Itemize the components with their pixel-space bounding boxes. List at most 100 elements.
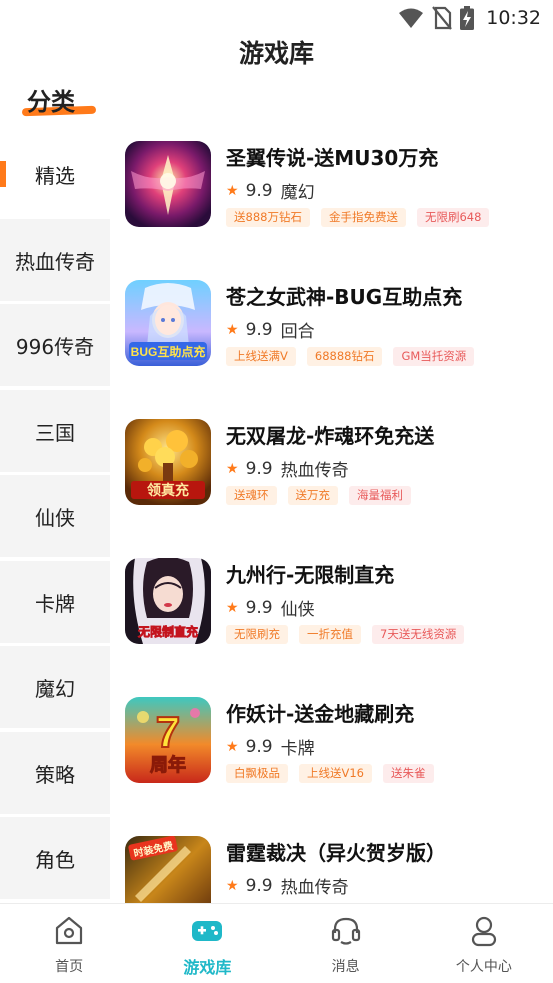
sidebar-item-label: 角色: [35, 847, 75, 872]
game-tag: 无限刷648: [416, 208, 490, 227]
person-icon: [471, 916, 496, 947]
game-card[interactable]: 时装免费 雷霆裁决（异火贺岁版） ★ 9.9 热血传奇: [110, 828, 553, 903]
game-genre: 热血传奇: [280, 878, 349, 898]
sidebar-item-label: 三国: [35, 420, 75, 445]
game-title: 圣翼传说-送MU30万充: [226, 146, 439, 170]
sidebar-item-strategy[interactable]: 策略: [0, 732, 110, 814]
sidebar-item-label: 仙侠: [35, 505, 75, 530]
game-tag: 7天送无线资源: [372, 625, 465, 644]
game-genre: 热血传奇: [280, 461, 349, 481]
sidebar-item-fantasy[interactable]: 魔幻: [0, 646, 110, 728]
game-meta: ★ 9.9 热血传奇: [226, 873, 349, 899]
game-icon[interactable]: [125, 141, 211, 227]
tab-messages[interactable]: 消息: [277, 904, 415, 983]
game-icon[interactable]: BUG互助点充: [125, 280, 211, 366]
game-genre: 仙侠: [280, 600, 315, 620]
headset-icon: [331, 917, 360, 945]
sidebar-item-featured[interactable]: 精选: [0, 133, 110, 215]
sidebar-item-label: 996传奇: [15, 334, 95, 359]
game-icon-caption: 领真充: [147, 482, 189, 498]
status-bar: 10:32: [0, 0, 553, 36]
game-card[interactable]: BUG互助点充 苍之女武神-BUG互助点充 ★ 9.9 回合 上线送满V 688…: [110, 272, 553, 411]
game-meta: ★ 9.9 热血传奇: [226, 456, 349, 482]
game-icon-caption: BUG互助点充: [131, 344, 206, 359]
tab-label: 个人中心: [455, 959, 512, 975]
game-icon-caption: 7: [156, 708, 180, 757]
game-meta: ★ 9.9 魔幻: [226, 178, 315, 204]
game-genre: 魔幻: [280, 183, 315, 203]
game-meta: ★ 9.9 仙侠: [226, 595, 315, 621]
page-title: 游戏库: [238, 39, 314, 68]
game-icon[interactable]: 无限制直充: [125, 558, 211, 644]
game-icon-caption: 无限制直充: [137, 624, 198, 639]
sidebar-item-role[interactable]: 角色: [0, 817, 110, 899]
game-title: 九州行-无限制直充: [226, 563, 395, 587]
game-tags: 白飘极品 上线送V16 送朱雀: [226, 764, 434, 783]
game-tag: 送万充: [287, 486, 338, 505]
status-time: 10:32: [486, 7, 541, 29]
tab-home[interactable]: 首页: [0, 904, 138, 983]
status-icons: 10:32: [398, 6, 541, 30]
star-icon: ★: [226, 738, 239, 755]
star-icon: ★: [226, 321, 239, 338]
game-icon[interactable]: 7 周年: [125, 697, 211, 783]
sidebar-item-label: 策略: [35, 762, 75, 787]
sidebar-item-xianxia[interactable]: 仙侠: [0, 475, 110, 557]
tab-label: 游戏库: [183, 958, 232, 977]
game-tag: GM当托资源: [393, 347, 475, 366]
game-tag: 白飘极品: [226, 764, 288, 783]
game-icon[interactable]: 时装免费: [125, 836, 211, 903]
game-tag: 送888万钻石: [226, 208, 310, 227]
game-tag: 送魂环: [226, 486, 277, 505]
game-card[interactable]: 圣翼传说-送MU30万充 ★ 9.9 魔幻 送888万钻石 金手指免费送 无限刷…: [110, 133, 553, 272]
game-tag: 海量福利: [349, 486, 411, 505]
sidebar-item-label: 魔幻: [35, 676, 75, 701]
sidebar-item-hot-blood-legend[interactable]: 热血传奇: [0, 219, 110, 301]
gamepad-icon: [192, 921, 223, 941]
game-card[interactable]: 无限制直充 九州行-无限制直充 ★ 9.9 仙侠 无限刷充 一折充值 7天送无线…: [110, 550, 553, 689]
game-tags: 送魂环 送万充 海量福利: [226, 486, 411, 505]
game-meta: ★ 9.9 回合: [226, 317, 315, 343]
home-icon: [56, 916, 83, 945]
active-indicator: [0, 161, 6, 187]
tab-game-library[interactable]: 游戏库: [138, 904, 276, 983]
sidebar-item-label: 热血传奇: [15, 249, 95, 274]
battery-charging-icon: [460, 6, 475, 30]
game-tags: 上线送满V 68888钻石 GM当托资源: [226, 347, 475, 366]
game-tag: 无限刷充: [226, 625, 288, 644]
game-tag: 上线送V16: [299, 764, 372, 783]
tab-profile[interactable]: 个人中心: [415, 904, 553, 983]
game-title: 无双屠龙-炸魂环免充送: [226, 424, 435, 448]
wifi-icon: [399, 8, 424, 28]
game-card[interactable]: 7 周年 作妖计-送金地藏刷充 ★ 9.9 卡牌 白飘极品 上线送V16 送朱雀: [110, 689, 553, 828]
no-sim-icon: [432, 6, 453, 30]
category-sidebar: 精选 热血传奇 996传奇 三国 仙侠 卡牌 魔幻 策略 角色: [0, 133, 110, 903]
game-tags: 送888万钻石 金手指免费送 无限刷648: [226, 208, 490, 227]
tab-label: 消息: [331, 959, 360, 975]
sidebar-item-three-kingdoms[interactable]: 三国: [0, 390, 110, 472]
sidebar-item-996-legend[interactable]: 996传奇: [0, 304, 110, 386]
tab-label: 首页: [55, 959, 84, 975]
game-rating: 9.9: [245, 875, 273, 896]
sidebar-item-card[interactable]: 卡牌: [0, 561, 110, 643]
game-title: 作妖计-送金地藏刷充: [226, 702, 415, 726]
star-icon: ★: [226, 182, 239, 199]
game-meta: ★ 9.9 卡牌: [226, 734, 315, 760]
game-rating: 9.9: [245, 736, 273, 757]
game-rating: 9.9: [245, 319, 273, 340]
bottom-tab-bar: 首页 游戏库 消息 个人中心: [0, 903, 553, 983]
game-tag: 68888钻石: [306, 347, 383, 366]
game-icon-caption-sub: 周年: [150, 754, 186, 775]
game-icon[interactable]: 领真充: [125, 419, 211, 505]
star-icon: ★: [226, 599, 239, 616]
category-header-label: 分类: [27, 88, 75, 116]
game-tag: 一折充值: [299, 625, 361, 644]
star-icon: ★: [226, 877, 239, 894]
game-title: 苍之女武神-BUG互助点充: [226, 285, 463, 309]
sidebar-item-label: 精选: [35, 163, 75, 188]
game-card[interactable]: 领真充 无双屠龙-炸魂环免充送 ★ 9.9 热血传奇 送魂环 送万充 海量福利: [110, 411, 553, 550]
game-rating: 9.9: [245, 597, 273, 618]
category-header: 分类: [21, 80, 100, 120]
game-genre: 卡牌: [280, 739, 315, 759]
game-tag: 上线送满V: [226, 347, 296, 366]
